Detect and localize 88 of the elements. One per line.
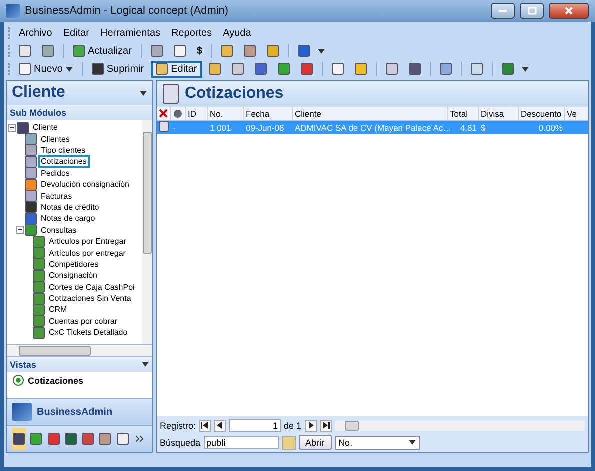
tree-item[interactable]: Facturas — [38, 190, 76, 203]
column-header[interactable]: ID — [186, 107, 208, 120]
next-button[interactable] — [304, 420, 317, 432]
caret-icon — [66, 66, 73, 72]
right-arrow-icon — [322, 422, 330, 429]
table-cell-text: $ — [480, 122, 487, 132]
scrollbar[interactable] — [7, 345, 152, 357]
app-icon — [6, 4, 20, 18]
tree-item[interactable]: Cliente — [30, 121, 61, 134]
minimize-button[interactable] — [491, 3, 515, 19]
first-button[interactable] — [199, 420, 212, 432]
record-total: de 1 — [284, 420, 302, 430]
expander-icon[interactable] — [16, 226, 24, 234]
toolbar-button[interactable]: Suprimir — [88, 60, 148, 78]
menu-item[interactable]: Editar — [59, 28, 94, 38]
window-title: BusinessAdmin - Logical concept (Admin) — [25, 5, 230, 17]
chevron-icon — [522, 66, 530, 72]
menu-item[interactable]: Ayuda — [219, 28, 256, 38]
tree-item[interactable]: Cotizaciones — [38, 155, 90, 168]
toolbar-button[interactable]: Nuevo — [15, 60, 77, 78]
menu-item[interactable]: Archivo — [15, 28, 56, 38]
tree-item[interactable]: Clientes — [38, 132, 73, 146]
panel-title: Cliente — [12, 84, 66, 102]
table-cell-text: 09-Jun-08 — [245, 122, 286, 132]
logo-icon — [12, 403, 32, 421]
open-button[interactable]: Abrir — [298, 435, 332, 450]
column-header[interactable]: Total — [448, 107, 479, 120]
tree-item[interactable]: Articulos por Entregar — [46, 235, 130, 248]
toolbar-button[interactable]: Editar — [151, 60, 202, 78]
scrollbar[interactable] — [334, 420, 585, 430]
minimize-icon — [499, 10, 507, 12]
tree-item[interactable]: Consultas — [38, 224, 80, 237]
menu-item[interactable]: Herramientas — [96, 28, 165, 38]
last-button[interactable] — [320, 420, 332, 432]
tree-item[interactable]: Cuentas por cobrar — [46, 314, 120, 328]
toolbar-button[interactable]: Actualizar — [69, 42, 136, 60]
tree-item[interactable]: Consignación — [46, 269, 100, 282]
search-field[interactable]: publi — [204, 436, 279, 449]
view-label[interactable]: Cotizaciones — [28, 376, 84, 386]
column-header[interactable]: Descuento — [519, 107, 565, 120]
toolbar-button[interactable]: $ — [192, 42, 206, 60]
left-arrow-icon — [216, 422, 224, 429]
tree-item[interactable]: CRM — [46, 303, 70, 316]
table-cell-text: 1 001 — [209, 122, 232, 132]
tree-item[interactable]: CxC Tickets Detallado — [46, 326, 131, 340]
navigation-title: BusinessAdmin — [37, 406, 113, 418]
column-header[interactable]: Ve — [565, 107, 588, 120]
maximize-icon — [528, 7, 536, 15]
menu-item[interactable]: Reportes — [168, 28, 216, 38]
tree-item[interactable]: Notas de cargo — [38, 212, 98, 226]
previous-button[interactable] — [214, 420, 226, 432]
chevron-icon — [318, 48, 326, 54]
table-cell-text: 4.81 — [459, 122, 478, 132]
expander-icon[interactable] — [8, 124, 16, 132]
maximize-button[interactable] — [520, 3, 544, 19]
record-field[interactable]: 1 — [229, 419, 282, 432]
search-label: Búsqueda — [160, 438, 201, 448]
grid-title: Cotizaciones — [185, 85, 284, 103]
section-title: Sub Módulos — [10, 108, 66, 118]
record-label: Registro: — [160, 420, 196, 430]
table-cell-text: 0.00% — [538, 122, 564, 132]
close-icon — [565, 7, 573, 15]
tree-item[interactable]: Devolución consignación — [38, 178, 132, 192]
column-header[interactable]: Fecha — [244, 107, 293, 120]
tree-item[interactable]: Pedidos — [38, 166, 73, 180]
table-cell-text: · — [172, 122, 177, 132]
column-header[interactable]: No. — [208, 107, 244, 120]
tree-item[interactable]: Competidores — [46, 258, 102, 271]
column-header[interactable]: Cliente — [293, 107, 448, 120]
scrollbar[interactable] — [142, 120, 152, 344]
caret-icon — [142, 362, 149, 367]
column-header[interactable]: Divisa — [479, 107, 519, 120]
section-title: Vistas — [10, 360, 36, 370]
tree-item[interactable]: Notas de crédito — [38, 200, 102, 214]
attachment-icon[interactable] — [173, 108, 183, 118]
field-dropdown[interactable]: No. — [334, 436, 420, 450]
right-arrow-icon — [306, 422, 315, 429]
left-arrow-icon — [201, 422, 210, 429]
tree-item[interactable]: Tipo clientes — [38, 144, 89, 157]
table-cell-text: ADMIVAC SA de CV (Mayan Palace Ac… — [294, 122, 448, 132]
close-button[interactable] — [549, 3, 589, 19]
tree-item[interactable]: Artículos por entregar — [46, 246, 129, 260]
tree-item[interactable]: Cotizaciones Sin Venta — [46, 292, 134, 306]
caret-icon — [140, 90, 147, 96]
radio-button[interactable] — [13, 375, 24, 386]
chevron-icon — [136, 434, 144, 444]
caret-icon — [408, 440, 416, 445]
tree-item[interactable]: Cortes de Caja CashPoi — [46, 280, 138, 294]
